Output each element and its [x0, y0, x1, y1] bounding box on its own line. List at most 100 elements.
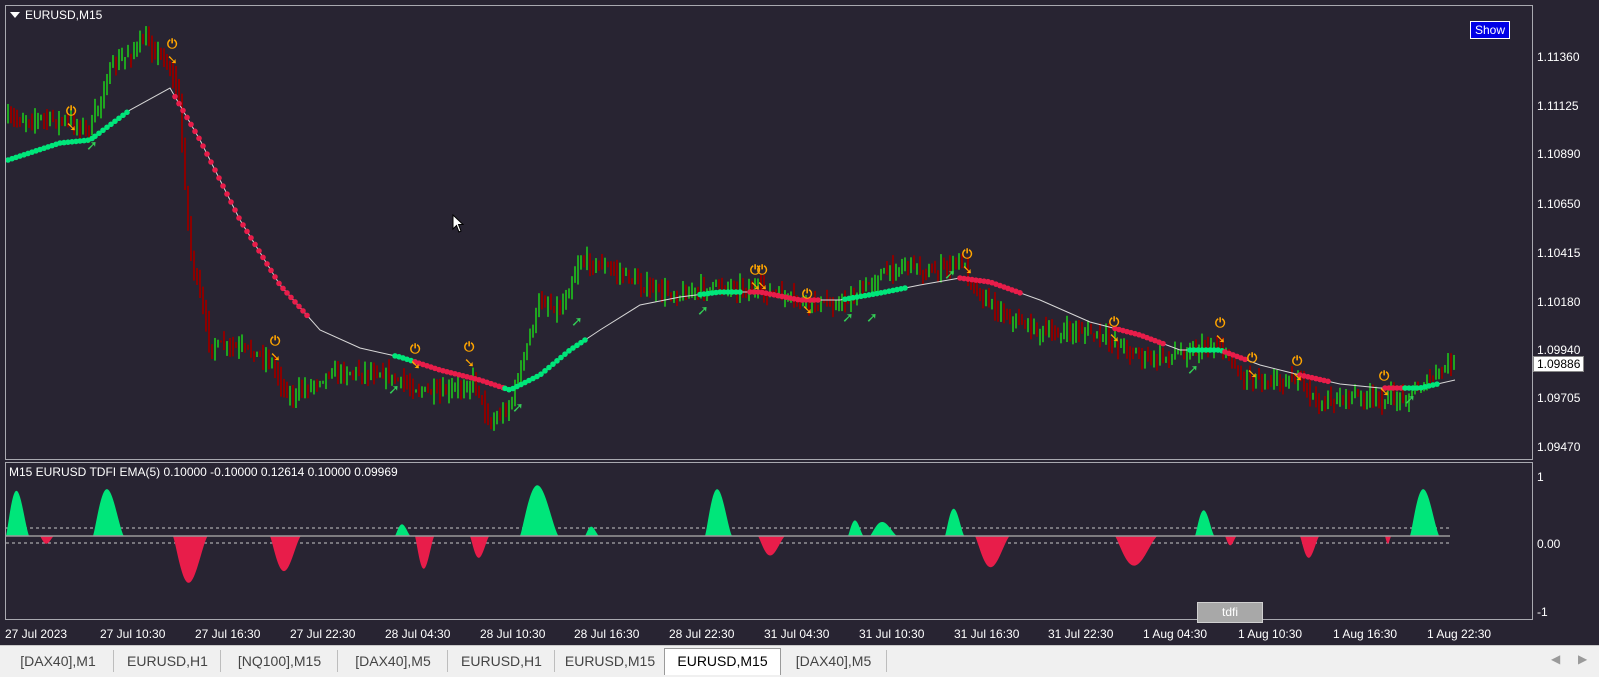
histogram-area: [945, 508, 970, 536]
time-axis-label: 28 Jul 16:30: [574, 627, 640, 641]
arrow-up-right-icon: ➚: [866, 310, 878, 326]
histogram-area: [270, 536, 310, 572]
price-axis-label: 1.11125: [1537, 99, 1579, 113]
sell-signal-icon: ⏻: [802, 287, 813, 302]
trend-dot: [272, 274, 278, 280]
trend-dot: [276, 280, 282, 287]
collapse-triangle-icon[interactable]: [10, 12, 20, 18]
chart-area[interactable]: ⏻ ➘ ⏻ ➘ ⏻ ➘ ⏻ ➘ ⏻ ➘ ⏻ ➘ ⏻ ➘ ⏻ ➘ ⏻ ➘ ⏻ ➘ ⏻ ➘ ⏻ ➘ ⏻ ➘ ⏻ ➘ ➚ ➚ ➚ ➚ ➚ ➚ ➚ ➚ ➚ ➚ E…: [0, 0, 1599, 645]
histogram-area: [870, 521, 905, 536]
mouse-cursor-icon: [452, 214, 465, 233]
price-axis-label: 1.10415: [1537, 246, 1581, 260]
histogram-area: [1300, 536, 1325, 558]
histogram-area: [470, 536, 495, 558]
arrow-down-right-icon: ➘: [167, 53, 178, 68]
time-axis-label: 28 Jul 04:30: [385, 627, 451, 641]
triangle-right-icon[interactable]: ▶: [1578, 652, 1587, 666]
moving-average-line: [7, 87, 1456, 391]
time-axis-label: 1 Aug 10:30: [1238, 627, 1303, 641]
chart-tab[interactable]: [DAX40],M5: [781, 650, 887, 672]
sell-signal-icon: ⏻: [270, 334, 281, 349]
histogram-area: [705, 489, 740, 536]
trend-dot: [176, 100, 182, 107]
sell-signal-icon: ⏻: [1379, 369, 1390, 384]
arrow-up-right-icon: ➚: [388, 382, 400, 398]
chart-tab[interactable]: EURUSD,H1: [449, 650, 555, 672]
trend-dot: [220, 183, 226, 189]
arrow-up-right-icon: ➚: [512, 400, 524, 416]
arrow-up-right-icon: ➚: [842, 310, 854, 326]
arrow-down-right-icon: ➘: [464, 356, 475, 371]
arrow-up-right-icon: ➚: [697, 303, 709, 319]
trend-dot: [280, 285, 286, 292]
histogram-area: [975, 536, 1020, 568]
arrow-down-right-icon: ➘: [1215, 332, 1226, 347]
trend-dot: [180, 107, 186, 114]
trend-dot: [1160, 340, 1166, 347]
trend-dot: [1434, 381, 1440, 387]
trend-dot: [240, 222, 246, 228]
arrow-down-right-icon: ➘: [1109, 331, 1120, 346]
chart-tab[interactable]: [NQ100],M15: [222, 650, 338, 672]
triangle-left-icon[interactable]: ◀: [1551, 652, 1560, 666]
arrow-down-right-icon: ➘: [66, 120, 77, 135]
time-axis-label: 1 Aug 22:30: [1427, 627, 1492, 641]
histogram-area: [395, 524, 415, 536]
price-candles: [7, 26, 1455, 431]
time-axis-label: 31 Jul 04:30: [764, 627, 830, 641]
arrow-down-right-icon: ➘: [962, 263, 973, 278]
trend-dot: [737, 289, 743, 295]
trend-dot: [172, 93, 178, 100]
histogram-area: [93, 489, 133, 536]
show-button[interactable]: Show: [1470, 21, 1511, 39]
chart-tab-bar: [DAX40],M1 EURUSD,H1 [NQ100],M15 [DAX40],M5…: [0, 645, 1599, 677]
arrow-up-right-icon: ➚: [86, 138, 98, 154]
arrow-up-right-icon: ➚: [1404, 392, 1416, 408]
chart-tab[interactable]: EURUSD,H1: [115, 650, 221, 672]
trend-dot: [268, 267, 274, 274]
price-axis-label: 1.11360: [1537, 50, 1580, 64]
time-axis-label: 27 Jul 2023: [5, 627, 68, 641]
arrow-down-right-icon: ➘: [802, 303, 813, 318]
time-axis-label: 31 Jul 10:30: [859, 627, 925, 641]
trend-dot: [204, 151, 210, 157]
trend-dot: [184, 114, 190, 121]
price-axis-label: 1.09705: [1537, 391, 1581, 405]
trend-dot: [256, 248, 262, 254]
trend-dot: [582, 337, 588, 343]
trend-dots: [5, 93, 1440, 393]
price-chart[interactable]: ⏻➘⏻➘⏻➘⏻➘⏻➘⏻➘⏻➘⏻➘⏻➘⏻➘⏻➘⏻➘⏻➘ ⏻➘➚➚➚➚➚ ➚ ➚➚➚➚: [0, 0, 1599, 462]
arrow-down-right-icon: ➘: [1247, 367, 1258, 382]
sell-signal-icon: ⏻: [1247, 351, 1258, 366]
price-axis-label: 1.10890: [1537, 147, 1581, 161]
time-axis-label: 1 Aug 04:30: [1143, 627, 1208, 641]
sell-signal-icon: ⏻: [167, 37, 178, 52]
indicator-title: M15 EURUSD TDFI EMA(5) 0.10000 -0.10000 …: [9, 465, 398, 479]
trend-dot: [232, 207, 238, 213]
trend-dot: [304, 312, 310, 319]
sell-signal-icon: ⏻: [1292, 354, 1303, 369]
sell-signal-icon: ⏻: [962, 247, 973, 262]
trend-dot: [212, 167, 218, 173]
tdfi-indicator-chart[interactable]: [0, 462, 1599, 622]
histogram-area: [1410, 489, 1448, 536]
chart-tab[interactable]: [DAX40],M1: [3, 650, 114, 672]
trend-dot: [124, 109, 130, 116]
trend-dot: [188, 121, 194, 128]
chart-tab[interactable]: [DAX40],M5: [339, 650, 448, 672]
trend-dot: [252, 241, 258, 248]
price-axis-label: 1.10180: [1537, 295, 1581, 309]
arrow-up-right-icon: ➚: [571, 314, 583, 330]
indicator-axis-label: -1: [1537, 605, 1548, 619]
arrow-down-right-icon: ➘: [1379, 385, 1390, 400]
histogram-area: [1195, 510, 1220, 536]
trend-dot: [192, 128, 198, 135]
trend-dot: [260, 254, 266, 261]
trend-dot: [244, 228, 250, 235]
tdfi-button[interactable]: tdfi: [1197, 602, 1263, 623]
chart-tab[interactable]: EURUSD,M15: [664, 648, 781, 675]
sell-signal-icon: ⏻: [66, 104, 77, 119]
chart-tab[interactable]: EURUSD,M15: [556, 650, 665, 672]
symbol-title[interactable]: EURUSD,M15: [10, 8, 102, 22]
histogram-area: [758, 536, 793, 556]
